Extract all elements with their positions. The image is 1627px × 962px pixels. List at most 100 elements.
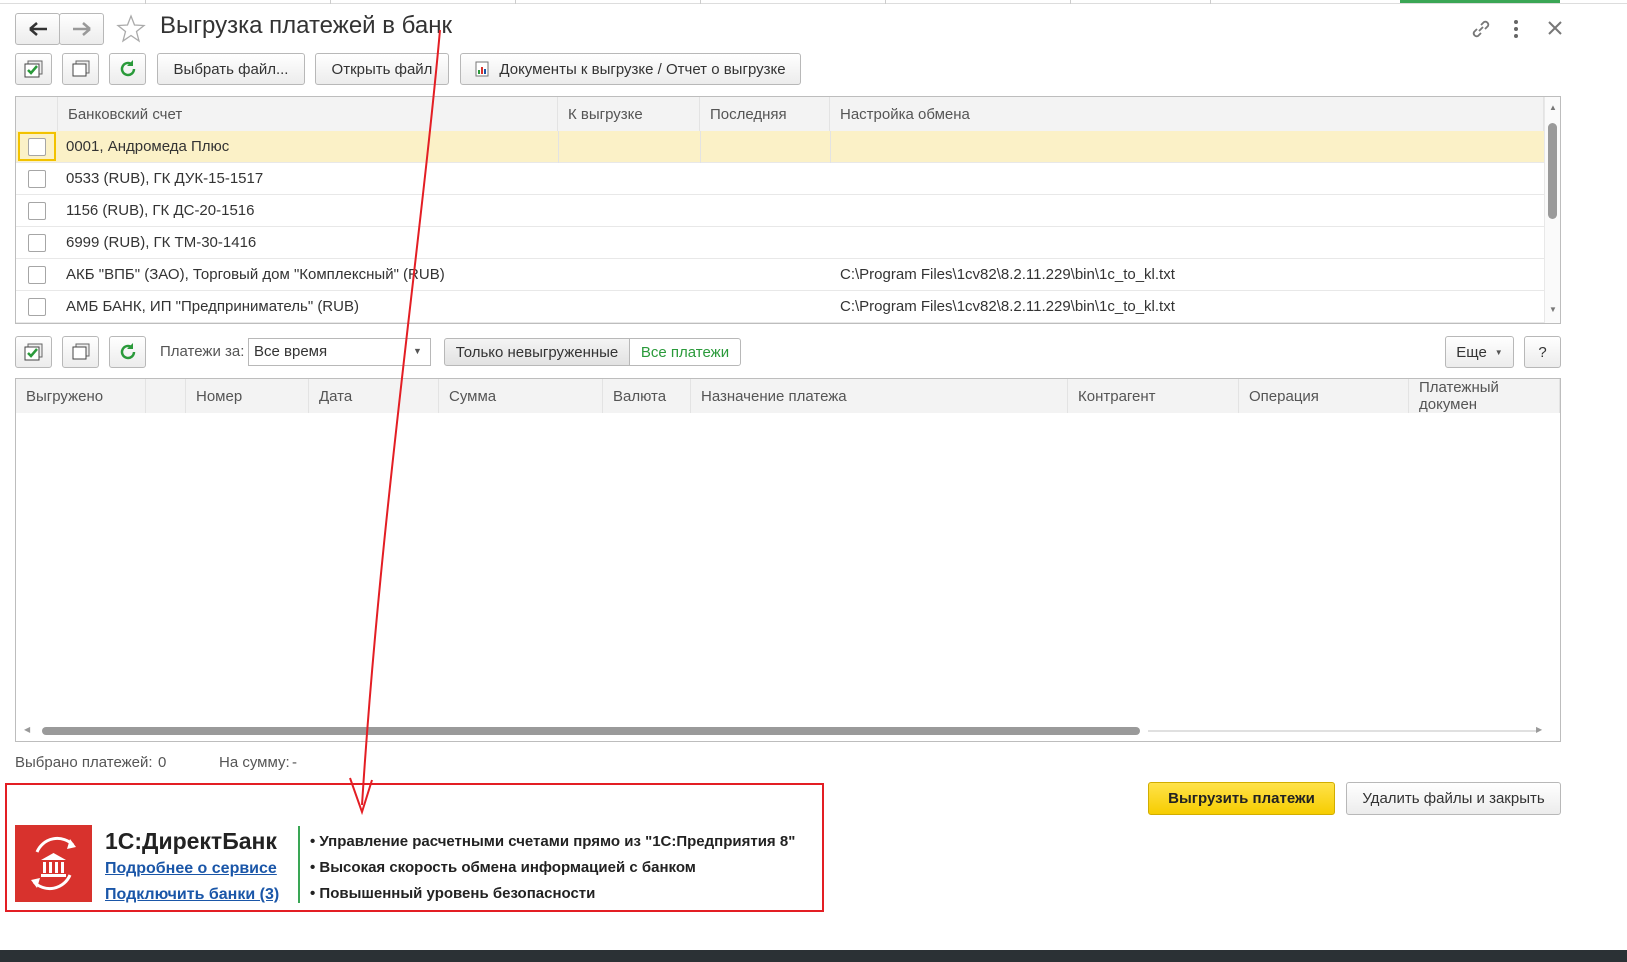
table-row[interactable]: 6999 (RUB), ГК ТМ-30-1416 (16, 227, 1544, 259)
row-checkbox[interactable] (28, 266, 46, 284)
sum-value: - (292, 754, 297, 771)
report-icon (475, 61, 489, 77)
account-cell: 6999 (RUB), ГК ТМ-30-1416 (66, 234, 257, 251)
header-purpose[interactable]: Назначение платежа (691, 379, 1068, 413)
header-exchange-settings[interactable]: Настройка обмена (830, 97, 1544, 131)
directbank-logo-icon (15, 825, 92, 902)
docs-report-label: Документы к выгрузке / Отчет о выгрузке (499, 60, 786, 78)
refresh-icon (120, 343, 135, 360)
header-counterparty[interactable]: Контрагент (1068, 379, 1239, 413)
arrow-left-icon (28, 22, 47, 36)
table-row[interactable]: АМБ БАНК, ИП "Предприниматель" (RUB) C:\… (16, 291, 1544, 323)
table-row[interactable]: 0533 (RUB), ГК ДУК-15-1517 (16, 163, 1544, 195)
period-label: Платежи за: (160, 343, 245, 360)
scroll-right-icon[interactable]: ▶ (1536, 725, 1542, 734)
exchange-path-cell: C:\Program Files\1cv82\8.2.11.229\bin\1c… (840, 266, 1175, 283)
top-tab-strip (0, 0, 1627, 4)
check-all-button[interactable] (15, 53, 52, 85)
account-cell: АКБ "ВПБ" (ЗАО), Торговый дом "Комплексн… (66, 266, 445, 283)
header-to-export[interactable]: К выгрузке (558, 97, 700, 131)
all-payments-toggle[interactable]: Все платежи (629, 338, 741, 366)
period-value: Все время (254, 343, 328, 360)
payments-table: Выгружено Номер Дата Сумма Валюта Назнач… (15, 378, 1561, 742)
header-sum[interactable]: Сумма (439, 379, 603, 413)
header-date[interactable]: Дата (309, 379, 439, 413)
header-bank-account[interactable]: Банковский счет (58, 97, 558, 131)
promo-divider (298, 826, 300, 903)
check-all-payments-button[interactable] (15, 336, 52, 368)
cell-divider (700, 131, 701, 163)
check-all-icon (24, 60, 42, 78)
cell-divider (830, 131, 831, 163)
arrow-right-icon (72, 22, 91, 36)
accounts-table: Банковский счет К выгрузке Последняя Нас… (15, 96, 1561, 324)
scroll-up-icon[interactable]: ▲ (1549, 103, 1557, 112)
only-unexported-toggle[interactable]: Только невыгруженные (444, 338, 630, 366)
table-row[interactable]: АКБ "ВПБ" (ЗАО), Торговый дом "Комплексн… (16, 259, 1544, 291)
header-currency[interactable]: Валюта (603, 379, 691, 413)
row-checkbox[interactable] (28, 298, 46, 316)
more-button[interactable]: Еще ▼ (1445, 336, 1514, 368)
taskbar-strip (0, 950, 1627, 962)
check-all-icon (24, 343, 42, 361)
header-last[interactable]: Последняя (700, 97, 830, 131)
header-operation[interactable]: Операция (1239, 379, 1409, 413)
period-select[interactable]: Все время ▼ (248, 338, 431, 366)
row-checkbox[interactable] (28, 234, 46, 252)
scroll-down-icon[interactable]: ▼ (1549, 305, 1557, 314)
connect-banks-link[interactable]: Подключить банки (3) (105, 886, 279, 904)
header-number[interactable]: Номер (186, 379, 309, 413)
uncheck-all-payments-button[interactable] (62, 336, 99, 368)
chevron-down-icon: ▼ (1494, 347, 1503, 357)
row-checkbox[interactable] (28, 138, 46, 156)
more-vertical-icon[interactable] (1510, 18, 1522, 40)
chevron-down-icon[interactable]: ▼ (413, 346, 422, 356)
help-button[interactable]: ? (1524, 336, 1561, 368)
link-icon[interactable] (1470, 18, 1492, 40)
account-cell: 0533 (RUB), ГК ДУК-15-1517 (66, 170, 264, 187)
page-title: Выгрузка платежей в банк (160, 12, 452, 39)
table-row[interactable]: 0001, Андромеда Плюс (16, 131, 1544, 163)
account-cell: АМБ БАНК, ИП "Предприниматель" (RUB) (66, 298, 359, 315)
promo-bullet: • Повышенный уровень безопасности (310, 885, 596, 902)
scrollbar-thumb[interactable] (42, 727, 1140, 735)
promo-bullet: • Высокая скорость обмена информацией с … (310, 859, 696, 876)
service-details-link[interactable]: Подробнее о сервисе (105, 860, 277, 878)
uncheck-all-icon (72, 60, 89, 77)
promo-title: 1С:ДиректБанк (105, 828, 277, 854)
forward-button[interactable] (59, 13, 104, 45)
favorite-star-icon[interactable] (116, 14, 146, 44)
uncheck-all-button[interactable] (62, 53, 99, 85)
scrollbar-track (1148, 730, 1538, 732)
cell-divider (558, 131, 559, 163)
uncheck-all-icon (72, 343, 89, 360)
row-checkbox[interactable] (28, 202, 46, 220)
docs-report-button[interactable]: Документы к выгрузке / Отчет о выгрузке (460, 53, 801, 85)
header-icon-col[interactable] (146, 379, 186, 413)
more-label: Еще (1456, 343, 1487, 361)
selected-count-label: Выбрано платежей: (15, 754, 153, 771)
exchange-path-cell: C:\Program Files\1cv82\8.2.11.229\bin\1c… (840, 298, 1175, 315)
horizontal-scrollbar[interactable]: ◀ ▶ (24, 725, 1544, 737)
back-button[interactable] (15, 13, 60, 45)
table-row[interactable]: 1156 (RUB), ГК ДС-20-1516 (16, 195, 1544, 227)
header-exported[interactable]: Выгружено (16, 379, 146, 413)
header-checkbox-col (16, 97, 58, 131)
scrollbar-thumb[interactable] (1548, 123, 1557, 219)
close-icon[interactable] (1545, 18, 1565, 38)
refresh-button[interactable] (109, 53, 146, 85)
open-file-button[interactable]: Открыть файл (315, 53, 449, 85)
row-checkbox[interactable] (28, 170, 46, 188)
refresh-payments-button[interactable] (109, 336, 146, 368)
choose-file-button[interactable]: Выбрать файл... (157, 53, 305, 85)
scroll-left-icon[interactable]: ◀ (24, 725, 30, 734)
refresh-icon (120, 60, 135, 77)
promo-bullet: • Управление расчетными счетами прямо из… (310, 833, 796, 850)
header-payment-document[interactable]: Платежный докумен (1409, 379, 1560, 413)
vertical-scrollbar[interactable]: ▲ ▼ (1544, 97, 1560, 323)
delete-files-close-button[interactable]: Удалить файлы и закрыть (1346, 782, 1561, 815)
account-cell: 1156 (RUB), ГК ДС-20-1516 (66, 202, 255, 219)
export-payments-button[interactable]: Выгрузить платежи (1148, 782, 1335, 815)
account-cell: 0001, Андромеда Плюс (66, 138, 230, 155)
sum-label: На сумму: (219, 754, 290, 771)
